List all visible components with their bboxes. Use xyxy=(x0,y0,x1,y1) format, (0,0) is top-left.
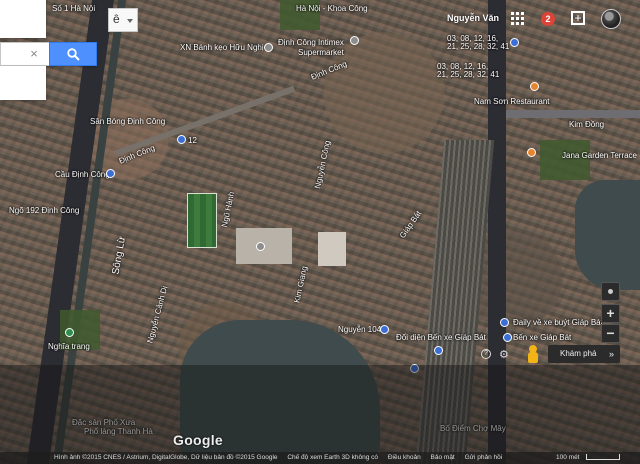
search-button[interactable] xyxy=(49,42,97,66)
label-nguyen-cong: Nguyễn Công xyxy=(312,139,332,190)
green-area-1 xyxy=(540,140,590,180)
label-nguyen-104: Nguyễn 104 xyxy=(338,325,382,334)
label-giap-bat: Giáp Bát xyxy=(397,209,424,240)
label-xn-banh-keo: XN Bánh kẹo Hữu Nghị xyxy=(180,43,264,52)
restaurant-icon-2[interactable] xyxy=(527,148,536,157)
footer-feedback-link[interactable]: Gửi phản hồi xyxy=(465,454,503,461)
language-value: ê xyxy=(113,12,120,26)
compass-icon[interactable] xyxy=(601,282,620,301)
road-right-horizontal xyxy=(506,110,640,118)
label-kim-giang: Kim Giang xyxy=(292,265,309,304)
label-supermarket: Supermarket xyxy=(298,48,344,57)
footer-bar: Hình ảnh ©2015 CNES / Astrium, DigitalGl… xyxy=(0,452,640,464)
bus-stop-icon-4[interactable] xyxy=(380,325,389,334)
label-intimex: Định Công Intimex xyxy=(278,38,344,47)
search-box[interactable]: × xyxy=(0,42,97,66)
zoom-out-button[interactable]: − xyxy=(601,324,620,343)
factory-icon[interactable] xyxy=(264,43,273,52)
footer-scale-label: 100 mét xyxy=(556,454,580,461)
share-icon[interactable]: + xyxy=(571,11,585,25)
user-name[interactable]: Nguyễn Văn xyxy=(447,13,499,23)
lake-right xyxy=(575,180,640,290)
label-san-bong: Sân Bóng Định Công xyxy=(90,117,166,126)
search-panel-bottom xyxy=(0,66,46,100)
label-so1: Số 1 Hà Nội xyxy=(52,4,96,13)
footer-privacy-link[interactable]: Bảo mật xyxy=(431,454,455,461)
bus-stop-icon-8[interactable] xyxy=(434,346,443,355)
bus-stop-icon-6[interactable] xyxy=(503,333,512,342)
bus-stop-icon-2[interactable] xyxy=(177,135,186,144)
google-logo: Google xyxy=(173,432,224,448)
gear-icon[interactable]: ⚙ xyxy=(499,348,509,361)
shop-icon[interactable] xyxy=(350,36,359,45)
explore-label: Khám phá xyxy=(560,349,597,358)
footer-earth-link[interactable]: Chế độ xem Earth 3D không có xyxy=(287,454,378,461)
label-jana-garden: Jana Garden Terrace xyxy=(562,151,638,160)
label-daily-ve-xe-buyt: Đaily về xe buýt Giáp Bát xyxy=(513,318,603,327)
apps-grid-icon[interactable] xyxy=(511,12,525,26)
label-nghia-trang: Nghĩa trang xyxy=(48,342,90,351)
label-cau-dinh-cong: Cầu Định Công xyxy=(55,170,110,179)
label-route-12: 12 xyxy=(188,136,197,145)
bottom-overlay xyxy=(0,365,640,464)
pegman-icon[interactable] xyxy=(524,345,542,363)
scale-bar xyxy=(586,454,620,460)
football-field xyxy=(187,193,217,248)
school-icon[interactable] xyxy=(256,242,265,251)
rooftop-block xyxy=(318,232,346,266)
label-bus-times-4: 21, 25, 28, 32, 41 xyxy=(437,70,500,79)
avatar[interactable] xyxy=(601,9,621,29)
chevron-down-icon xyxy=(127,19,133,23)
notifications-badge[interactable]: 2 xyxy=(541,12,555,26)
label-bus-times-2: 21, 25, 28, 32, 41 xyxy=(447,42,510,51)
label-nam-son: Nam Sơn Restaurant xyxy=(474,97,550,106)
explore-button[interactable]: Khám phá » xyxy=(548,345,620,363)
help-icon[interactable]: ? xyxy=(481,349,491,359)
pegman-body xyxy=(528,352,538,363)
footer-terms-link[interactable]: Điều khoản xyxy=(388,454,421,461)
label-nguyen-canh-di: Nguyễn Cảnh Dị xyxy=(145,284,170,345)
clear-search-button[interactable]: × xyxy=(27,47,41,61)
search-icon xyxy=(67,48,80,61)
bus-stop-icon[interactable] xyxy=(510,38,519,47)
restaurant-icon[interactable] xyxy=(530,82,539,91)
bus-stop-icon-5[interactable] xyxy=(500,318,509,327)
search-panel-top xyxy=(0,0,46,38)
zoom-in-button[interactable]: + xyxy=(601,304,620,323)
bus-stop-icon-3[interactable] xyxy=(106,169,115,178)
label-kim-dong: Kim Đồng xyxy=(569,120,605,129)
label-ben-xe-giap-bat: Bến xe Giáp Bát xyxy=(513,333,572,342)
label-ha-noi-khoa-cong: Hà Nội - Khoa Công xyxy=(296,4,368,13)
chevron-double-icon: » xyxy=(608,349,614,359)
label-dinh-cong-1: Định Công xyxy=(309,59,349,82)
label-ngu-hanh: Ngũ Hành xyxy=(219,190,237,229)
footer-imagery-credit: Hình ảnh ©2015 CNES / Astrium, DigitalGl… xyxy=(54,454,278,461)
label-ngo-192: Ngõ 192 Định Công xyxy=(9,206,80,215)
language-select[interactable]: ê xyxy=(108,8,138,32)
cemetery-icon[interactable] xyxy=(65,328,74,337)
label-doi-dien-ben-xe: Đối diện Bến xe Giáp Bát xyxy=(396,333,486,342)
label-song-lu: Sông Lừ xyxy=(110,235,128,276)
